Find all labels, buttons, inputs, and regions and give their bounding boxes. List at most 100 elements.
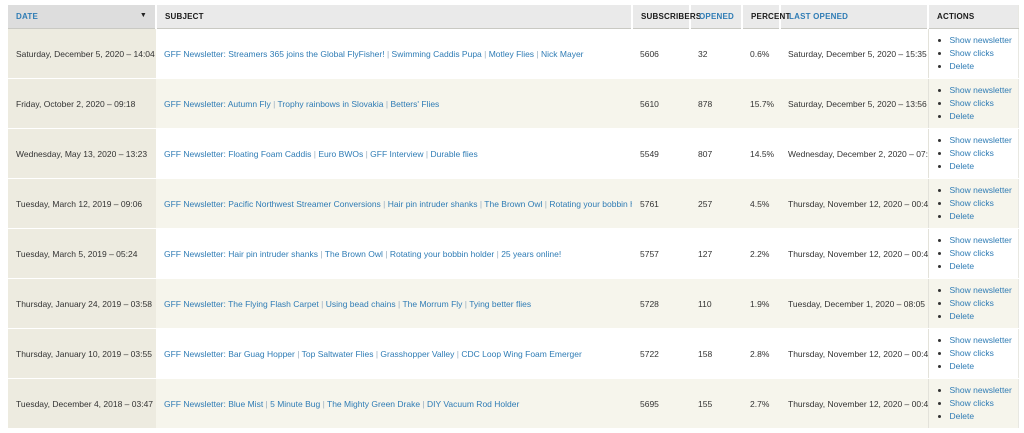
subscribers-cell: 5728 [632, 279, 690, 329]
subject-cell: GFF Newsletter: Streamers 365 joins the … [156, 29, 632, 79]
delete-link[interactable]: Delete [950, 61, 975, 71]
delete-link[interactable]: Delete [950, 311, 975, 321]
show-newsletter-link[interactable]: Show newsletter [950, 85, 1012, 95]
subject-link[interactable]: Using bead chains [326, 299, 396, 309]
sort-desc-icon[interactable]: ▼ [140, 11, 147, 21]
action-item: Delete [950, 260, 1010, 273]
date-cell: Tuesday, March 12, 2019 – 09:06 [8, 179, 156, 229]
delete-link[interactable]: Delete [950, 411, 975, 421]
percent-cell: 0.6% [742, 29, 780, 79]
subject-link[interactable]: DIY Vacuum Rod Holder [427, 399, 519, 409]
column-header-percent: PERCENT [742, 5, 780, 29]
table-row: Tuesday, March 12, 2019 – 09:06 GFF News… [8, 179, 1018, 229]
table-row: Tuesday, December 4, 2018 – 03:47 GFF Ne… [8, 379, 1018, 429]
subject-link[interactable]: Grasshopper Valley [380, 349, 454, 359]
delete-link[interactable]: Delete [950, 211, 975, 221]
show-newsletter-link[interactable]: Show newsletter [950, 285, 1012, 295]
action-item: Show newsletter [950, 234, 1010, 247]
subject-link[interactable]: GFF Newsletter: Autumn Fly [164, 99, 271, 109]
show-newsletter-link[interactable]: Show newsletter [950, 135, 1012, 145]
last-opened-cell: Wednesday, December 2, 2020 – 07:53 [780, 129, 928, 179]
show-newsletter-link[interactable]: Show newsletter [950, 35, 1012, 45]
last-opened-sort-link[interactable]: LAST OPENED [789, 12, 848, 21]
delete-link[interactable]: Delete [950, 361, 975, 371]
subject-links: GFF Newsletter: Bar Guag Hopper | Top Sa… [164, 349, 582, 359]
action-item: Delete [950, 360, 1010, 373]
actions-cell: Show newsletter Show clicks Delete [928, 79, 1018, 129]
show-newsletter-link[interactable]: Show newsletter [950, 185, 1012, 195]
table-row: Tuesday, March 5, 2019 – 05:24 GFF Newsl… [8, 229, 1018, 279]
column-header-date[interactable]: DATE ▼ [8, 5, 156, 29]
subject-link[interactable]: Swimming Caddis Pupa [392, 49, 482, 59]
delete-link[interactable]: Delete [950, 161, 975, 171]
subject-link[interactable]: GFF Newsletter: Hair pin intruder shanks [164, 249, 318, 259]
show-clicks-link[interactable]: Show clicks [950, 98, 994, 108]
subject-link[interactable]: The Mighty Green Drake [327, 399, 420, 409]
show-clicks-link[interactable]: Show clicks [950, 198, 994, 208]
subject-link[interactable]: GFF Newsletter: Streamers 365 joins the … [164, 49, 385, 59]
subject-link[interactable]: The Brown Owl [325, 249, 383, 259]
subject-link[interactable]: Hair pin intruder shanks [388, 199, 478, 209]
subject-link[interactable]: GFF Newsletter: Floating Foam Caddis [164, 149, 311, 159]
subject-links: GFF Newsletter: The Flying Flash Carpet … [164, 299, 531, 309]
delete-link[interactable]: Delete [950, 111, 975, 121]
subject-links: GFF Newsletter: Pacific Northwest Stream… [164, 199, 632, 209]
subject-link[interactable]: Tying better flies [469, 299, 531, 309]
date-cell: Thursday, January 24, 2019 – 03:58 [8, 279, 156, 329]
subject-link[interactable]: The Morrum Fly [402, 299, 462, 309]
send-date: Friday, October 2, 2020 – 09:18 [16, 99, 135, 109]
show-clicks-link[interactable]: Show clicks [950, 48, 994, 58]
show-newsletter-link[interactable]: Show newsletter [950, 235, 1012, 245]
send-date: Tuesday, March 12, 2019 – 09:06 [16, 199, 142, 209]
action-item: Show newsletter [950, 334, 1010, 347]
subject-link[interactable]: Rotating your bobbin holder [390, 249, 494, 259]
subject-link[interactable]: GFF Interview [370, 149, 423, 159]
show-clicks-link[interactable]: Show clicks [950, 148, 994, 158]
pipe-separator: | [319, 299, 326, 309]
subject-link[interactable]: Betters' Flies [390, 99, 439, 109]
subject-link[interactable]: CDC Loop Wing Foam Emerger [461, 349, 581, 359]
show-newsletter-link[interactable]: Show newsletter [950, 385, 1012, 395]
subject-cell: GFF Newsletter: The Flying Flash Carpet … [156, 279, 632, 329]
column-header-subject: SUBJECT [156, 5, 632, 29]
subject-link[interactable]: GFF Newsletter: Pacific Northwest Stream… [164, 199, 381, 209]
subject-link[interactable]: 5 Minute Bug [270, 399, 320, 409]
subject-link[interactable]: GFF Newsletter: Blue Mist [164, 399, 263, 409]
subject-link[interactable]: Trophy rainbows in Slovakia [278, 99, 384, 109]
pipe-separator: | [295, 349, 302, 359]
subject-link[interactable]: Euro BWOs [318, 149, 363, 159]
subject-cell: GFF Newsletter: Blue Mist | 5 Minute Bug… [156, 379, 632, 429]
show-newsletter-link[interactable]: Show newsletter [950, 335, 1012, 345]
subject-link[interactable]: 25 years online! [501, 249, 561, 259]
show-clicks-link[interactable]: Show clicks [950, 398, 994, 408]
subject-link[interactable]: Durable flies [430, 149, 477, 159]
subject-link[interactable]: Top Saltwater Flies [302, 349, 374, 359]
action-item: Show clicks [950, 247, 1010, 260]
action-item: Show clicks [950, 47, 1010, 60]
show-clicks-link[interactable]: Show clicks [950, 248, 994, 258]
subject-cell: GFF Newsletter: Hair pin intruder shanks… [156, 229, 632, 279]
subject-link[interactable]: Rotating your bobbin holder [549, 199, 632, 209]
action-item: Show newsletter [950, 34, 1010, 47]
last-opened-cell: Saturday, December 5, 2020 – 13:56 [780, 79, 928, 129]
subject-link[interactable]: The Brown Owl [484, 199, 542, 209]
show-clicks-link[interactable]: Show clicks [950, 298, 994, 308]
show-clicks-link[interactable]: Show clicks [950, 348, 994, 358]
subject-link[interactable]: Nick Mayer [541, 49, 584, 59]
opened-cell: 158 [690, 329, 742, 379]
column-header-last-opened[interactable]: LAST OPENED [780, 5, 928, 29]
opened-sort-link[interactable]: OPENED [699, 12, 734, 21]
delete-link[interactable]: Delete [950, 261, 975, 271]
actions-list: Show newsletter Show clicks Delete [937, 84, 1010, 122]
action-item: Show clicks [950, 147, 1010, 160]
opened-cell: 155 [690, 379, 742, 429]
pipe-separator: | [381, 199, 388, 209]
subject-link[interactable]: GFF Newsletter: Bar Guag Hopper [164, 349, 295, 359]
subject-link[interactable]: Motley Flies [489, 49, 534, 59]
percent-cell: 15.7% [742, 79, 780, 129]
table-row: Thursday, January 24, 2019 – 03:58 GFF N… [8, 279, 1018, 329]
actions-list: Show newsletter Show clicks Delete [937, 284, 1010, 322]
date-sort-link[interactable]: DATE [16, 12, 38, 21]
subject-link[interactable]: GFF Newsletter: The Flying Flash Carpet [164, 299, 319, 309]
pipe-separator: | [271, 99, 278, 109]
